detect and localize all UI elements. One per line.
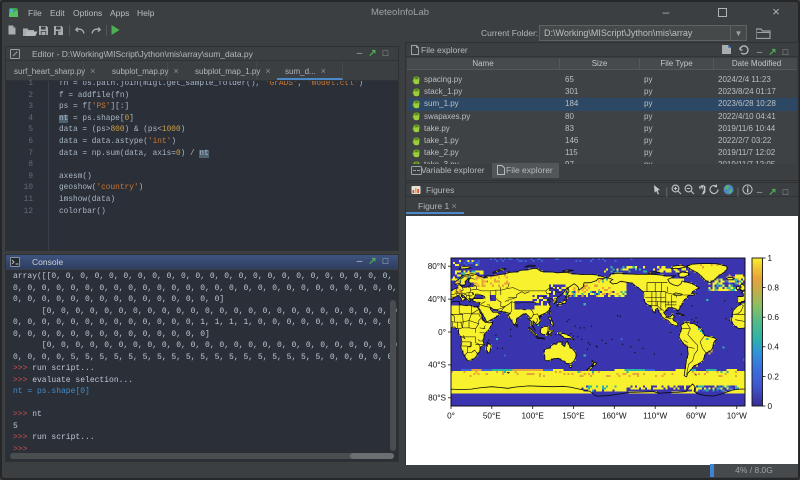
- svg-text:0.6: 0.6: [768, 313, 780, 322]
- svg-text:0°: 0°: [438, 328, 446, 337]
- svg-text:160°W: 160°W: [602, 412, 627, 421]
- svg-text:50°E: 50°E: [483, 412, 501, 421]
- svg-text:40°S: 40°S: [428, 361, 446, 370]
- svg-text:100°E: 100°E: [521, 412, 544, 421]
- svg-text:0°: 0°: [447, 412, 455, 421]
- svg-text:80°S: 80°S: [428, 394, 446, 403]
- svg-text:80°N: 80°N: [428, 262, 446, 271]
- svg-text:0.4: 0.4: [768, 343, 780, 352]
- svg-text:40°N: 40°N: [428, 295, 446, 304]
- svg-text:0: 0: [768, 402, 773, 411]
- svg-text:60°W: 60°W: [686, 412, 706, 421]
- svg-text:1: 1: [768, 254, 773, 263]
- svg-text:110°W: 110°W: [643, 412, 667, 421]
- svg-text:150°E: 150°E: [562, 412, 585, 421]
- svg-text:0.8: 0.8: [768, 284, 780, 293]
- svg-text:10°W: 10°W: [727, 412, 747, 421]
- svg-text:0.2: 0.2: [768, 372, 780, 381]
